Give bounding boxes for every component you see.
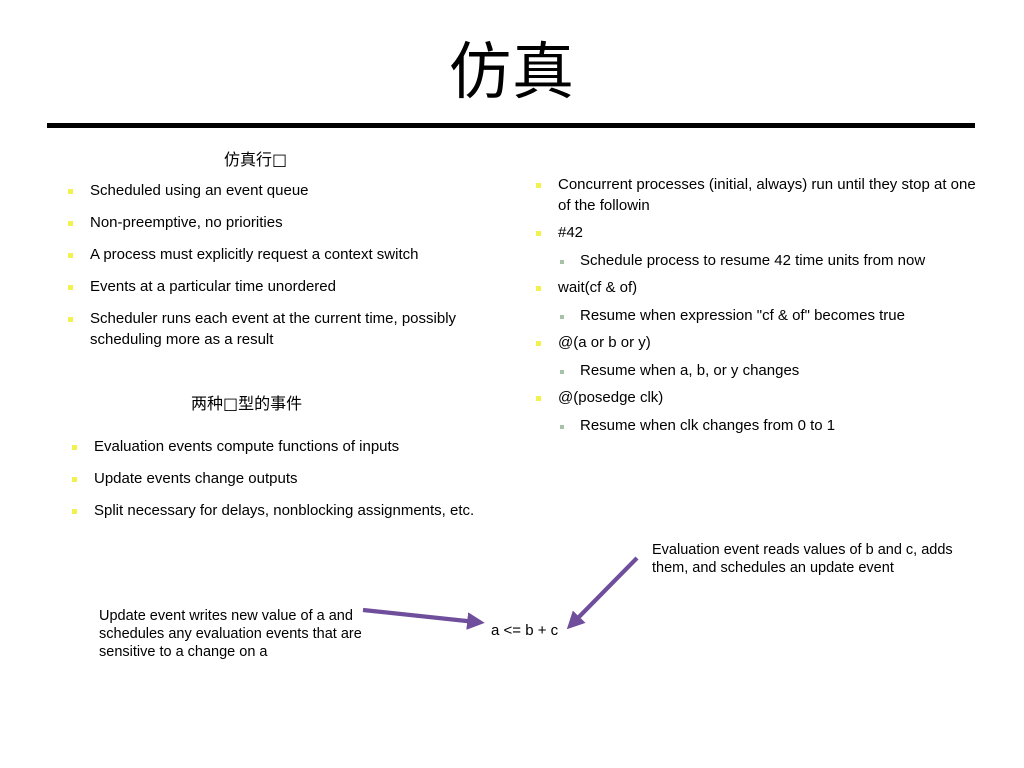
list-item-label: Non-preemptive, no priorities <box>90 214 283 231</box>
list-item: @(a or b or y) <box>528 333 980 354</box>
list-item-label: Concurrent processes (initial, always) r… <box>558 176 976 214</box>
list-item: Evaluation events compute functions of i… <box>63 437 513 458</box>
sub-list-item: Resume when a, b, or y changes <box>528 361 980 382</box>
list-item: Concurrent processes (initial, always) r… <box>528 175 980 216</box>
list-item: wait(cf & of) <box>528 278 980 299</box>
sub-bullet-square-icon <box>560 314 564 319</box>
slide-canvas: 仿真 仿真行□ Scheduled using an event queue N… <box>0 0 1024 768</box>
arrow-evaluation-to-code <box>566 556 639 630</box>
sub-list-item: Schedule process to resume 42 time units… <box>528 251 980 272</box>
left-bullet-list-2: Evaluation events compute functions of i… <box>63 437 513 533</box>
sub-bullet-square-icon <box>560 369 564 374</box>
left-section-heading-1: 仿真行□ <box>224 150 288 169</box>
bullet-square-icon <box>68 317 73 322</box>
sub-list-item: Resume when clk changes from 0 to 1 <box>528 416 980 437</box>
list-item-label: #42 <box>558 224 584 241</box>
sub-list-item: Resume when expression "cf & of" becomes… <box>528 306 980 327</box>
list-item: Scheduler runs each event at the current… <box>60 309 480 350</box>
list-item: Events at a particular time unordered <box>60 277 480 298</box>
sub-bullet-square-icon <box>560 259 564 264</box>
bullet-square-icon <box>536 183 541 188</box>
list-item: Non-preemptive, no priorities <box>60 213 480 234</box>
list-item-label: wait(cf & of) <box>558 279 638 296</box>
list-item-label: Split necessary for delays, nonblocking … <box>94 502 475 519</box>
left-bullet-list-1: Scheduled using an event queue Non-preem… <box>60 181 480 362</box>
bullet-square-icon <box>536 231 541 236</box>
list-item-label: Events at a particular time unordered <box>90 278 336 295</box>
list-item: A process must explicitly request a cont… <box>60 245 480 266</box>
title-divider <box>47 123 975 128</box>
sub-list-item-label: Schedule process to resume 42 time units… <box>580 251 926 269</box>
list-item-label: Scheduled using an event queue <box>90 182 309 199</box>
list-item: @(posedge clk) <box>528 388 980 409</box>
list-item: #42 <box>528 223 980 244</box>
sub-list-item-label: Resume when a, b, or y changes <box>580 361 800 379</box>
bullet-square-icon <box>72 445 77 450</box>
code-expression: a <= b + c <box>491 622 559 639</box>
bullet-square-icon <box>68 221 73 226</box>
list-item-label: @(a or b or y) <box>558 334 651 351</box>
right-bullet-list: Concurrent processes (initial, always) r… <box>528 175 980 443</box>
bullet-square-icon <box>72 509 77 514</box>
list-item-label: Scheduler runs each event at the current… <box>90 310 457 348</box>
sub-bullet-square-icon <box>560 424 564 429</box>
list-item: Update events change outputs <box>63 469 513 490</box>
list-item-label: A process must explicitly request a cont… <box>90 246 419 263</box>
callout-evaluation-event: Evaluation event reads values of b and c… <box>652 542 953 576</box>
page-title: 仿真 <box>448 35 575 108</box>
bullet-square-icon <box>536 286 541 291</box>
bullet-square-icon <box>536 396 541 401</box>
list-item-label: @(posedge clk) <box>558 389 664 406</box>
list-item-label: Evaluation events compute functions of i… <box>94 438 400 455</box>
bullet-square-icon <box>68 285 73 290</box>
sub-list-item-label: Resume when clk changes from 0 to 1 <box>580 416 836 434</box>
list-item: Split necessary for delays, nonblocking … <box>63 501 513 522</box>
bullet-square-icon <box>536 341 541 346</box>
list-item: Scheduled using an event queue <box>60 181 480 202</box>
left-section-heading-2: 两种□型的事件 <box>191 394 303 413</box>
bullet-square-icon <box>72 477 77 482</box>
sub-list-item-label: Resume when expression "cf & of" becomes… <box>580 306 905 324</box>
bullet-square-icon <box>68 253 73 258</box>
bullet-square-icon <box>68 189 73 194</box>
callout-update-event: Update event writes new value of a and s… <box>99 608 362 660</box>
list-item-label: Update events change outputs <box>94 470 298 487</box>
